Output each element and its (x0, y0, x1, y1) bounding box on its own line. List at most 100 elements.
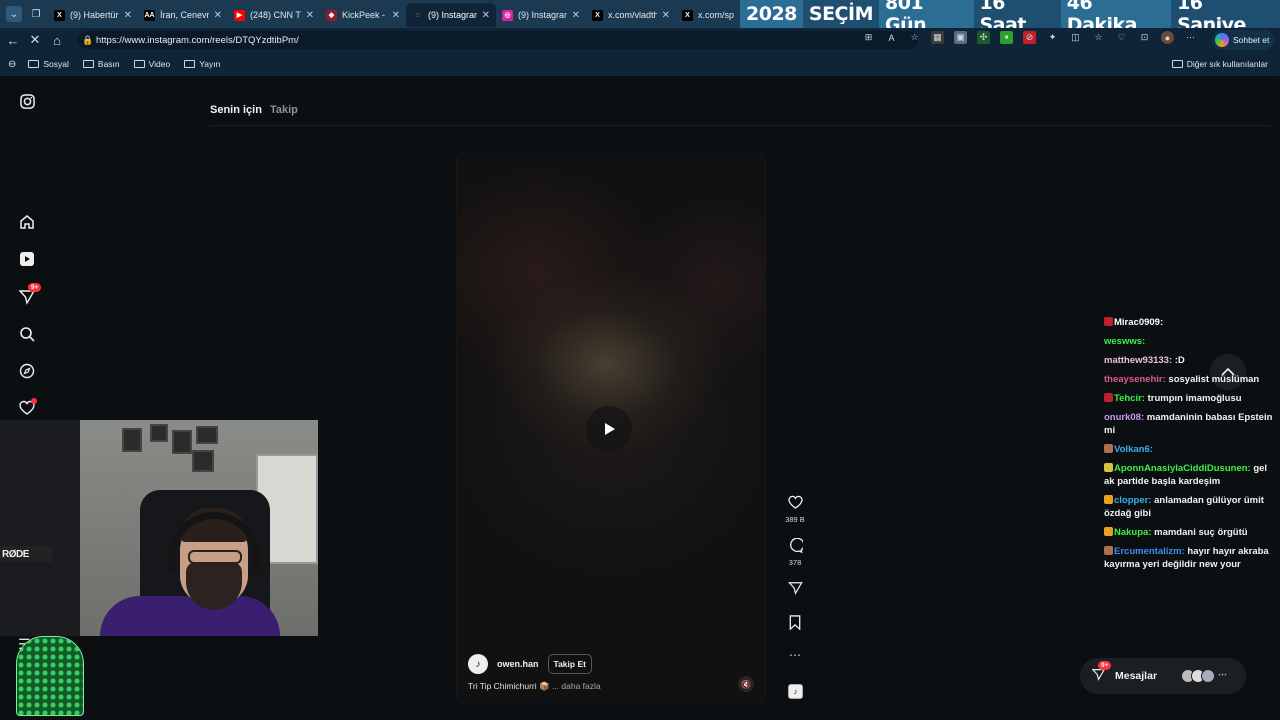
play-icon (605, 423, 615, 435)
chat-text: sosyalist müslüman (1168, 374, 1260, 385)
more-menu-icon[interactable]: ⋯ (1184, 31, 1197, 44)
browser-tab[interactable]: Xx.com/spo (676, 3, 740, 27)
tab-title: (9) Habertürk (70, 10, 119, 20)
caption-more-link[interactable]: ... daha fazla (552, 681, 601, 691)
bookmark-label: Video (148, 59, 171, 69)
browser-essentials-icon[interactable]: ♡ (1115, 31, 1128, 44)
audio-thumbnail-icon[interactable]: ♪ (788, 684, 803, 699)
other-bookmarks[interactable]: Diğer sık kullanılanlar (1171, 59, 1268, 69)
author-username[interactable]: owen.han (497, 659, 539, 669)
tab-title: x.com/vladthe (608, 10, 657, 20)
read-aloud-icon[interactable]: A (885, 31, 898, 44)
workspaces-icon[interactable]: ❐ (28, 6, 44, 22)
tab-close-icon[interactable]: ✕ (124, 10, 132, 21)
home-nav-icon[interactable] (18, 213, 36, 231)
bookmark-folder-yayin[interactable]: Yayın (184, 59, 220, 69)
screenshot-icon[interactable]: ⊡ (1138, 31, 1151, 44)
more-options-icon[interactable]: ⋯ (780, 648, 810, 662)
browser-tab[interactable]: X (9) Habertürk ✕ (48, 3, 138, 27)
comment-action[interactable]: 378 (780, 536, 810, 567)
bookmark-folder-sosyal[interactable]: Sosyal (28, 59, 69, 69)
chat-username: AponnAnasiylaCiddiDusunen: (1114, 463, 1251, 474)
browser-tab[interactable]: ◎ (9) Instagram ✕ (496, 3, 586, 27)
tab-for-you[interactable]: Senin için (210, 104, 262, 116)
countdown-banner: 2028 SEÇİM 801 Gün 16 Saat 46 Dakika 16 … (740, 0, 1280, 36)
like-action[interactable]: 389 B (780, 493, 810, 524)
tab-actions-menu-icon[interactable]: ⌄ (6, 6, 22, 22)
chat-message: Volkan6: (1104, 443, 1278, 456)
app-available-icon[interactable]: ⊞ (862, 31, 875, 44)
feed-divider (210, 125, 1270, 126)
bookmark-folder-basin[interactable]: Basın (82, 59, 120, 69)
chat-badge-icon (1104, 546, 1113, 555)
tab-close-icon[interactable]: ✕ (572, 10, 580, 21)
webcam-dark-area (0, 420, 80, 636)
chat-message: weswws: (1104, 335, 1278, 348)
browser-tab[interactable]: AA İran, Cenevre ✕ (138, 3, 228, 27)
tab-favicon-icon: ▶ (234, 9, 245, 21)
wall-photo (196, 426, 218, 444)
back-icon[interactable]: ← (2, 29, 24, 51)
author-avatar[interactable]: ♪ (468, 654, 488, 674)
explore-nav-icon[interactable] (18, 362, 36, 380)
share-action[interactable] (780, 579, 810, 597)
tab-strip: X (9) Habertürk ✕ AA İran, Cenevre ✕ ▶ (248) CN… (48, 1, 740, 27)
tab-close-icon[interactable]: ✕ (392, 10, 400, 21)
extension-4-icon[interactable]: ■ (1000, 31, 1013, 44)
instagram-logo-icon[interactable] (18, 92, 36, 110)
muted-speaker-icon[interactable]: 🔇 (738, 676, 754, 692)
copilot-chat-button[interactable]: Sohbet et (1212, 30, 1274, 50)
stop-loading-icon[interactable]: ✕ (24, 29, 46, 51)
direct-messages-nav-icon[interactable]: 9+ (18, 283, 42, 306)
chat-username: weswws: (1104, 336, 1146, 347)
browser-tab[interactable]: ▶ (248) CNN TÜR ✕ (228, 3, 320, 27)
chat-text: trumpın imamoğlusu (1147, 393, 1242, 404)
search-nav-icon[interactable] (18, 325, 36, 343)
messages-badge: 9+ (1098, 661, 1112, 670)
tab-sync-icon[interactable]: ⊖ (8, 59, 16, 70)
address-bar[interactable]: 🔒 https://www.instagram.com/reels/DTQYzd… (78, 31, 918, 49)
browser-tab[interactable]: Xx.com/vladthe ✕ (586, 3, 676, 27)
tab-close-icon[interactable]: ✕ (214, 10, 222, 21)
lock-icon: 🔒 (82, 34, 94, 45)
favorites-icon[interactable]: ☆ (1092, 31, 1105, 44)
tab-close-icon[interactable]: ✕ (482, 10, 490, 21)
save-action[interactable] (780, 613, 810, 631)
tab-close-icon[interactable]: ✕ (662, 10, 670, 21)
tab-following[interactable]: Takip (270, 104, 298, 116)
folder-icon (1171, 60, 1183, 68)
caption-text: Tri Tip Chimichurri 📦 (468, 681, 550, 691)
comment-bubble-icon (786, 536, 804, 554)
feed-tabs: Senin için Takip (210, 104, 298, 116)
extension-2-icon[interactable]: ▣ (954, 31, 967, 44)
dm-badge: 9+ (28, 283, 42, 292)
tab-title: x.com/spo (698, 10, 734, 20)
home-icon[interactable]: ⌂ (46, 29, 68, 51)
chat-badge-icon (1104, 393, 1113, 402)
chat-badge-icon (1104, 495, 1113, 504)
browser-tab[interactable]: ◌ (9) Instagram ✕ (406, 3, 496, 27)
favorite-star-icon[interactable]: ☆ (908, 31, 921, 44)
browser-tab[interactable]: ◆ KickPeek - Rea ✕ (320, 3, 406, 27)
messages-pill[interactable]: 9+ Mesajlar ⋯ (1080, 658, 1246, 694)
send-icon (786, 579, 804, 597)
extension-1-icon[interactable]: ▦ (931, 31, 944, 44)
chat-message: matthew93133: :D (1104, 354, 1278, 367)
extension-3-icon[interactable]: ✣ (977, 31, 990, 44)
chat-username: clopper: (1114, 495, 1152, 506)
tab-close-icon[interactable]: ✕ (306, 10, 314, 21)
emote-overlay (16, 636, 84, 716)
chat-badge-icon (1104, 463, 1113, 472)
reels-nav-icon[interactable] (18, 250, 36, 268)
follow-button[interactable]: Takip Et (547, 654, 592, 674)
notifications-nav-icon[interactable] (18, 398, 37, 417)
extensions-puzzle-icon[interactable]: ✦ (1046, 31, 1059, 44)
bookmark-folder-video[interactable]: Video (133, 59, 171, 69)
reel-caption: Tri Tip Chimichurri 📦 ... daha fazla (468, 681, 601, 692)
profile-avatar-icon[interactable]: ● (1161, 31, 1174, 44)
chat-username: onurk08: (1104, 412, 1145, 423)
extension-5-icon[interactable]: ⊘ (1023, 31, 1036, 44)
split-screen-icon[interactable]: ◫ (1069, 31, 1082, 44)
notifications-dot (31, 398, 37, 404)
play-button[interactable] (586, 406, 632, 452)
